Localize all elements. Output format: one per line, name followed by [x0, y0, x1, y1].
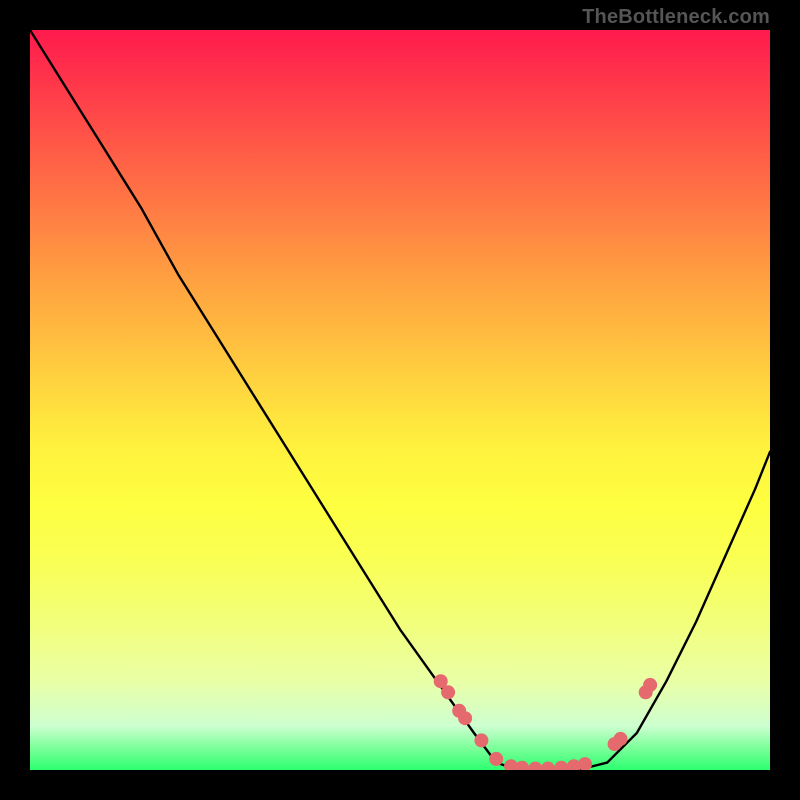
highlight-dot — [578, 757, 592, 770]
highlight-dot — [434, 674, 448, 688]
highlight-dot — [474, 733, 488, 747]
highlight-dot — [554, 761, 568, 770]
highlight-dot — [567, 759, 581, 770]
plot-area — [30, 30, 770, 770]
highlight-dot — [504, 759, 518, 770]
watermark-text: TheBottleneck.com — [582, 6, 770, 29]
highlight-dot — [608, 737, 622, 751]
highlight-dot — [441, 685, 455, 699]
highlight-dot — [458, 711, 472, 725]
highlight-dot — [489, 752, 503, 766]
highlight-dot — [614, 732, 628, 746]
highlight-dots — [434, 674, 657, 770]
highlight-dot — [528, 762, 542, 770]
chart-svg — [30, 30, 770, 770]
highlight-dot — [639, 685, 653, 699]
highlight-dot — [643, 678, 657, 692]
chart-container: TheBottleneck.com — [0, 0, 800, 800]
highlight-dot — [541, 762, 555, 770]
curve-line — [30, 30, 770, 770]
highlight-dot — [515, 761, 529, 770]
highlight-dot — [452, 704, 466, 718]
